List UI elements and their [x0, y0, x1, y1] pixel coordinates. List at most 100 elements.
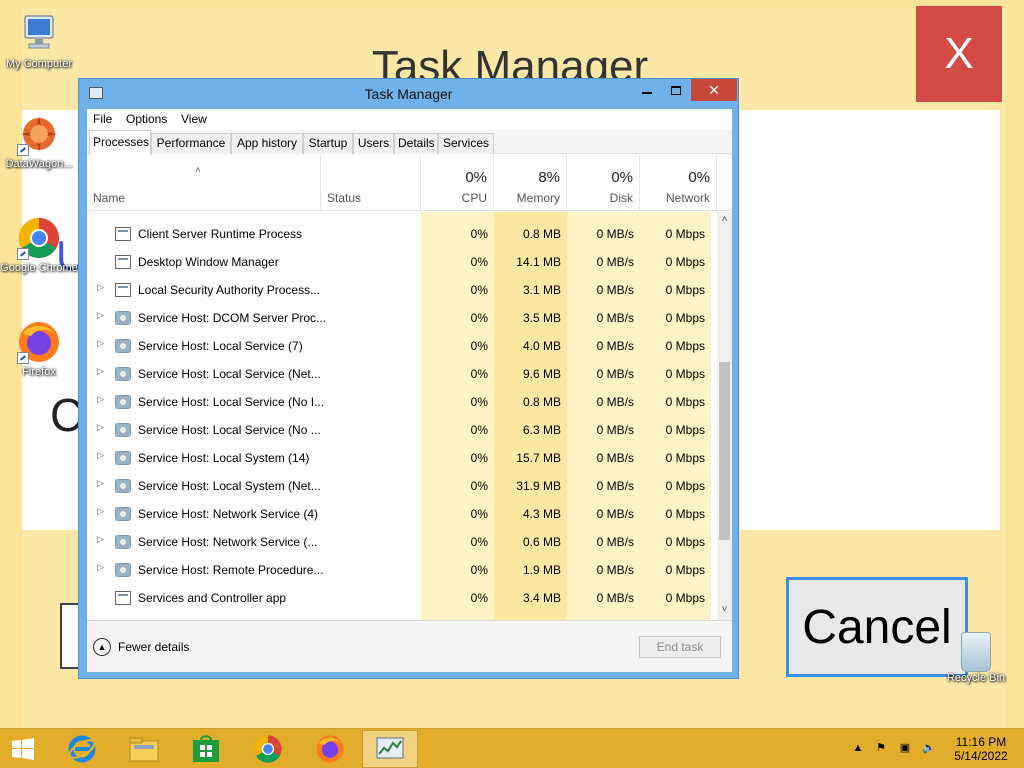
process-network-value: 0 Mbps [665, 395, 705, 409]
process-cpu-value: 0% [470, 535, 488, 549]
table-row[interactable]: ▷ Service Host: Local Service (7) 0% 4.0 MB… [87, 332, 717, 360]
taskbar-task-manager[interactable] [362, 730, 418, 768]
expand-chevron-icon[interactable]: ▷ [97, 562, 104, 573]
table-row[interactable]: ▷ Service Host: Local System (14) 0% 15.7 M… [87, 444, 717, 472]
desktop-icon-my-computer[interactable]: My Computer [0, 12, 78, 71]
table-row[interactable]: ▷ Service Host: Local System (Net... 0% 31.… [87, 472, 717, 500]
process-cpu-value: 0% [470, 395, 488, 409]
expand-chevron-icon[interactable]: ▷ [97, 282, 104, 293]
internet-explorer-icon [68, 735, 96, 763]
column-header-name[interactable]: ˄ Name [87, 155, 321, 211]
shortcut-arrow-icon [17, 144, 29, 156]
expand-chevron-icon[interactable]: ▷ [97, 422, 104, 433]
end-task-button[interactable]: End task [639, 636, 721, 658]
process-cpu-value: 0% [470, 451, 488, 465]
taskbar-google-chrome[interactable] [240, 730, 296, 768]
shortcut-arrow-icon [17, 248, 29, 260]
column-header-cpu[interactable]: 0% CPU [421, 155, 494, 211]
tab-details[interactable]: Details [394, 133, 438, 154]
table-row[interactable]: ▷ Service Host: DCOM Server Proc... 0% 3.5 … [87, 304, 717, 332]
tab-services[interactable]: Services [438, 133, 494, 154]
volume-muted-icon[interactable]: 🔈 [922, 741, 936, 755]
process-cpu-value: 0% [470, 339, 488, 353]
expand-chevron-icon[interactable]: ▷ [97, 534, 104, 545]
desktop-icon-label: DataWagon... [5, 158, 73, 170]
table-row[interactable]: ▷ Service Host: Local Service (Net... 0% 9.… [87, 360, 717, 388]
chrome-icon [254, 735, 282, 763]
vertical-scrollbar[interactable]: ˄ ˅ [717, 212, 732, 620]
table-row[interactable]: ▷ Service Host: Local Service (No I... 0% 0… [87, 388, 717, 416]
table-row[interactable]: ▷ Service Host: Network Service (... 0% 0.6… [87, 528, 717, 556]
tab-startup[interactable]: Startup [303, 133, 353, 154]
process-name: Service Host: Network Service (4) [138, 507, 319, 521]
process-name: Local Security Authority Process... [138, 283, 321, 297]
table-row[interactable]: ▷ Service Host: Local Service (No ... 0% 6.… [87, 416, 717, 444]
system-clock[interactable]: 11:16 PM 5/14/2022 [945, 735, 1017, 763]
desktop-icon-google-chrome[interactable]: Google Chrome [0, 216, 78, 275]
expand-chevron-icon[interactable]: ▷ [97, 450, 104, 461]
start-button[interactable] [0, 730, 46, 768]
table-row[interactable]: ▷ Service Host: Remote Procedure... 0% 1.9 … [87, 556, 717, 584]
menu-bar: File Options View [87, 109, 732, 129]
expand-chevron-icon[interactable]: ▷ [97, 310, 104, 321]
disk-total-percent: 0% [611, 169, 633, 186]
expand-chevron-icon[interactable]: ▷ [97, 478, 104, 489]
process-cpu-value: 0% [470, 507, 488, 521]
desktop-icon-datawagon[interactable]: DataWagon... [0, 112, 78, 171]
network-icon[interactable]: ▣ [898, 741, 912, 755]
process-name: Service Host: Local Service (7) [138, 339, 303, 353]
taskbar-store[interactable] [178, 730, 234, 768]
title-bar[interactable]: Task Manager ✕ [79, 79, 738, 109]
column-header-memory[interactable]: 8% Memory [494, 155, 567, 211]
expand-chevron-icon[interactable]: ▷ [97, 506, 104, 517]
process-name: Service Host: Local System (14) [138, 451, 310, 465]
table-row[interactable]: Services and Controller app 0% 3.4 MB 0 MB/… [87, 584, 717, 612]
tab-performance[interactable]: Performance [151, 133, 231, 154]
fewer-details-button[interactable]: ▲ Fewer details [93, 637, 189, 657]
process-memory-value: 4.3 MB [522, 507, 561, 521]
tab-users[interactable]: Users [353, 133, 394, 154]
table-row[interactable]: ▷ Local Security Authority Process... 0% 3.… [87, 276, 717, 304]
show-hidden-icons-chevron-icon[interactable]: ▲ [851, 741, 865, 755]
taskbar-file-explorer[interactable] [116, 730, 172, 768]
process-disk-value: 0 MB/s [596, 367, 634, 381]
expand-chevron-icon[interactable]: ▷ [97, 338, 104, 349]
table-row[interactable]: Desktop Window Manager 0% 14.1 MB 0 MB/s 0 M… [87, 248, 717, 276]
menu-options[interactable]: Options [126, 112, 167, 126]
column-label: Status [327, 191, 362, 205]
scrollbar-thumb[interactable] [719, 362, 730, 540]
computer-icon [17, 12, 61, 56]
desktop-icon-recycle-bin[interactable]: Recycle Bin [944, 632, 1008, 684]
table-row[interactable]: ▷ Service Host: Network Service (4) 0% 4.3 … [87, 500, 717, 528]
expand-chevron-icon[interactable]: ▷ [97, 394, 104, 405]
background-cancel-button[interactable]: Cancel [786, 577, 968, 677]
taskbar-firefox[interactable] [302, 730, 358, 768]
process-network-value: 0 Mbps [665, 283, 705, 297]
process-disk-value: 0 MB/s [596, 339, 634, 353]
datawagon-icon [17, 112, 61, 156]
close-button[interactable]: ✕ [691, 79, 737, 101]
sort-ascending-icon: ˄ [195, 165, 201, 176]
menu-view[interactable]: View [181, 112, 207, 126]
tab-app-history[interactable]: App history [231, 133, 303, 154]
taskbar-internet-explorer[interactable] [54, 730, 110, 768]
tab-processes[interactable]: Processes [89, 130, 151, 155]
action-center-flag-icon[interactable]: ⚑ [874, 741, 888, 755]
column-header-network[interactable]: 0% Network [640, 155, 717, 211]
minimize-button[interactable] [633, 79, 661, 101]
column-header-disk[interactable]: 0% Disk [567, 155, 640, 211]
scroll-up-icon[interactable]: ˄ [717, 214, 732, 225]
gear-icon [115, 367, 131, 381]
process-cpu-value: 0% [470, 367, 488, 381]
background-close-button[interactable]: X [916, 6, 1002, 102]
menu-file[interactable]: File [93, 112, 112, 126]
gear-icon [115, 479, 131, 493]
process-disk-value: 0 MB/s [596, 423, 634, 437]
desktop-icon-firefox[interactable]: Firefox [0, 320, 78, 379]
expand-chevron-icon[interactable]: ▷ [97, 366, 104, 377]
scroll-down-icon[interactable]: ˅ [717, 604, 732, 615]
table-row[interactable]: Client Server Runtime Process 0% 0.8 MB 0 M… [87, 220, 717, 248]
column-header-status[interactable]: Status [321, 155, 421, 211]
process-network-value: 0 Mbps [665, 311, 705, 325]
maximize-button[interactable] [662, 79, 690, 101]
